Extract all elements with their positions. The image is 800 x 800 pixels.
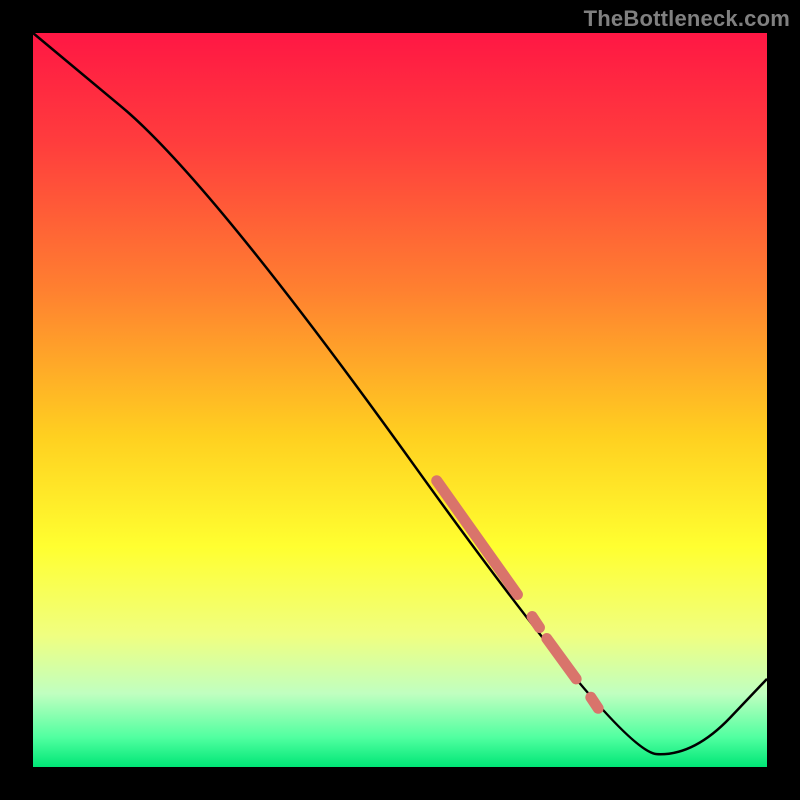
watermark: TheBottleneck.com: [584, 6, 790, 32]
chart-canvas: [0, 0, 800, 800]
plot-area: [33, 33, 767, 767]
highlight-segment: [532, 617, 539, 628]
highlight-segment: [591, 697, 598, 708]
